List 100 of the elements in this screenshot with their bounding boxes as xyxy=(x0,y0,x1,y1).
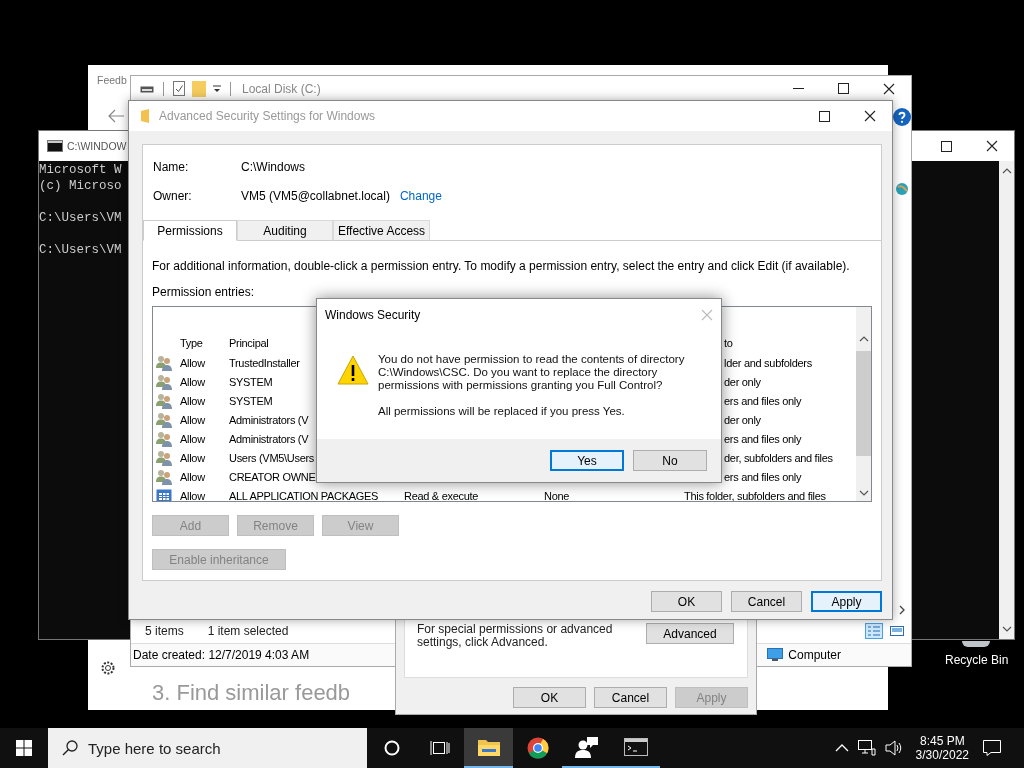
close-icon[interactable] xyxy=(985,140,998,152)
change-link[interactable]: Change xyxy=(399,189,442,203)
task-view-icon[interactable] xyxy=(430,740,450,756)
scrollbar[interactable] xyxy=(856,307,871,501)
table-cell: CREATOR OWNE xyxy=(229,470,316,483)
table-cell: Administrators (V xyxy=(229,413,309,426)
scrollbar[interactable] xyxy=(999,161,1014,639)
maximize-icon[interactable] xyxy=(838,83,849,94)
network-icon[interactable] xyxy=(857,740,876,756)
users-icon xyxy=(156,354,172,371)
settings-icon[interactable] xyxy=(100,660,116,676)
table-cell: None xyxy=(544,489,570,501)
scroll-up-icon[interactable] xyxy=(1001,167,1012,175)
circle-icon[interactable] xyxy=(384,740,400,756)
table-cell: ALL APPLICATION PACKAGES xyxy=(229,489,379,501)
close-icon[interactable] xyxy=(863,110,876,122)
console-text: Microsoft W xyxy=(39,162,122,178)
caret-icon[interactable] xyxy=(213,84,221,93)
table-cell: Allow xyxy=(180,432,205,445)
console-icon xyxy=(47,140,63,152)
console-text: (c) Microso xyxy=(39,178,122,194)
column-header[interactable]: Principal xyxy=(229,337,269,349)
scroll-down-icon[interactable] xyxy=(858,489,869,497)
dialog-button[interactable]: Cancel xyxy=(594,687,667,708)
console-text: C:\Users\VM xyxy=(39,210,122,226)
warning-icon xyxy=(337,355,369,385)
location-text: Computer xyxy=(788,648,841,662)
scroll-right-icon[interactable] xyxy=(898,605,905,615)
speaker-icon[interactable] xyxy=(884,740,903,756)
folder-icon xyxy=(476,737,501,757)
notification-icon[interactable] xyxy=(983,740,1001,756)
tab[interactable]: Auditing xyxy=(237,220,333,241)
maximize-icon[interactable] xyxy=(819,110,830,122)
table-cell-text: der only xyxy=(723,375,761,388)
instruction-text: For additional information, double-click a permission entry. To modify a permission entry, select the entry and click Edit (if available). xyxy=(152,259,850,273)
terminal-icon xyxy=(623,738,648,756)
table-cell: SYSTEM xyxy=(229,394,273,407)
table-cell-text: ers and files only xyxy=(723,432,802,445)
tab[interactable]: Effective Access xyxy=(333,220,430,241)
table-cell: SYSTEM xyxy=(229,375,273,388)
users-icon xyxy=(156,392,172,409)
window-title: Advanced Security Settings for Windows xyxy=(159,109,376,123)
list-label: Permission entries: xyxy=(152,285,255,299)
users-icon xyxy=(156,430,172,447)
table-cell: Allow xyxy=(180,356,205,369)
recycle-bin-icon[interactable] xyxy=(962,641,990,647)
table-cell: Allow xyxy=(180,489,205,501)
table-cell: This folder, subfolders and files xyxy=(684,489,826,501)
maximize-icon[interactable] xyxy=(941,140,952,152)
field-value: VM5 (VM5@collabnet.local) xyxy=(241,189,390,203)
checked-document-icon[interactable] xyxy=(173,81,185,96)
window-title: C:\WINDOW xyxy=(67,140,127,152)
dialog-button[interactable]: Apply xyxy=(811,591,882,612)
desktop-icon-label[interactable]: Recycle Bin xyxy=(945,653,1009,667)
taskbar-button[interactable] xyxy=(464,728,513,768)
help-icon[interactable] xyxy=(892,108,911,126)
users-icon xyxy=(156,449,172,466)
tab[interactable]: Permissions xyxy=(143,220,237,241)
dialog-button[interactable]: No xyxy=(633,450,707,471)
table-cell: Allow xyxy=(180,394,205,407)
close-icon[interactable] xyxy=(882,82,895,95)
person-with-bubble-icon xyxy=(574,736,599,758)
message-text: All permissions will be replaced if you press Yes. xyxy=(378,405,626,418)
hint-text: For special permissions or advanced settings, click Advanced. xyxy=(417,623,614,649)
status-text: 5 items xyxy=(145,623,184,638)
clock-date[interactable]: 3/30/2022 xyxy=(915,748,969,762)
message-text: You do not have permission to read the contents of directory C:\Windows\CSC. Do you want to replace the directory permissions with permissions granting you Full Control? xyxy=(378,353,686,392)
column-header[interactable]: Type xyxy=(180,337,203,349)
users-icon xyxy=(156,373,172,390)
search-field[interactable]: Type here to search xyxy=(88,738,348,758)
back-arrow-icon[interactable] xyxy=(107,109,125,123)
search-bar[interactable]: Type here to search xyxy=(48,728,367,768)
field-value: C:\Windows xyxy=(241,160,305,174)
status-text: 1 item selected xyxy=(207,623,289,638)
dialog-button[interactable]: OK xyxy=(651,591,722,612)
details-view-icon[interactable] xyxy=(865,622,883,639)
advanced-button[interactable]: Advanced xyxy=(646,623,734,644)
table-cell-text: der only xyxy=(723,413,761,426)
scroll-up-icon[interactable] xyxy=(858,335,869,343)
chevron-up-icon[interactable] xyxy=(834,744,849,752)
drive-icon[interactable] xyxy=(140,84,154,93)
window-title: Feedb xyxy=(97,74,127,86)
dialog-button[interactable]: Cancel xyxy=(731,591,802,612)
clock-time[interactable]: 8:45 PM xyxy=(919,734,965,748)
scroll-down-icon[interactable] xyxy=(1001,625,1012,633)
users-icon xyxy=(156,411,172,428)
table-cell: Allow xyxy=(180,413,205,426)
globe-icon[interactable] xyxy=(895,181,908,197)
folder-icon xyxy=(141,109,149,123)
dialog-button[interactable]: OK xyxy=(513,687,586,708)
table-cell-text: der, subfolders and files xyxy=(723,451,833,464)
table-cell-text: ers and files only xyxy=(723,394,802,407)
table-cell-text: ers and files only xyxy=(723,470,802,483)
table-cell-text: lder and subfolders xyxy=(723,356,812,369)
chrome-icon xyxy=(526,737,549,759)
dialog-button[interactable]: Yes xyxy=(550,450,624,471)
table-cell: Read & execute xyxy=(404,489,479,501)
table-cell: TrustedInstaller xyxy=(229,356,300,369)
windows-start-icon[interactable] xyxy=(16,740,32,756)
console-text: C:\Users\VM xyxy=(39,242,122,258)
